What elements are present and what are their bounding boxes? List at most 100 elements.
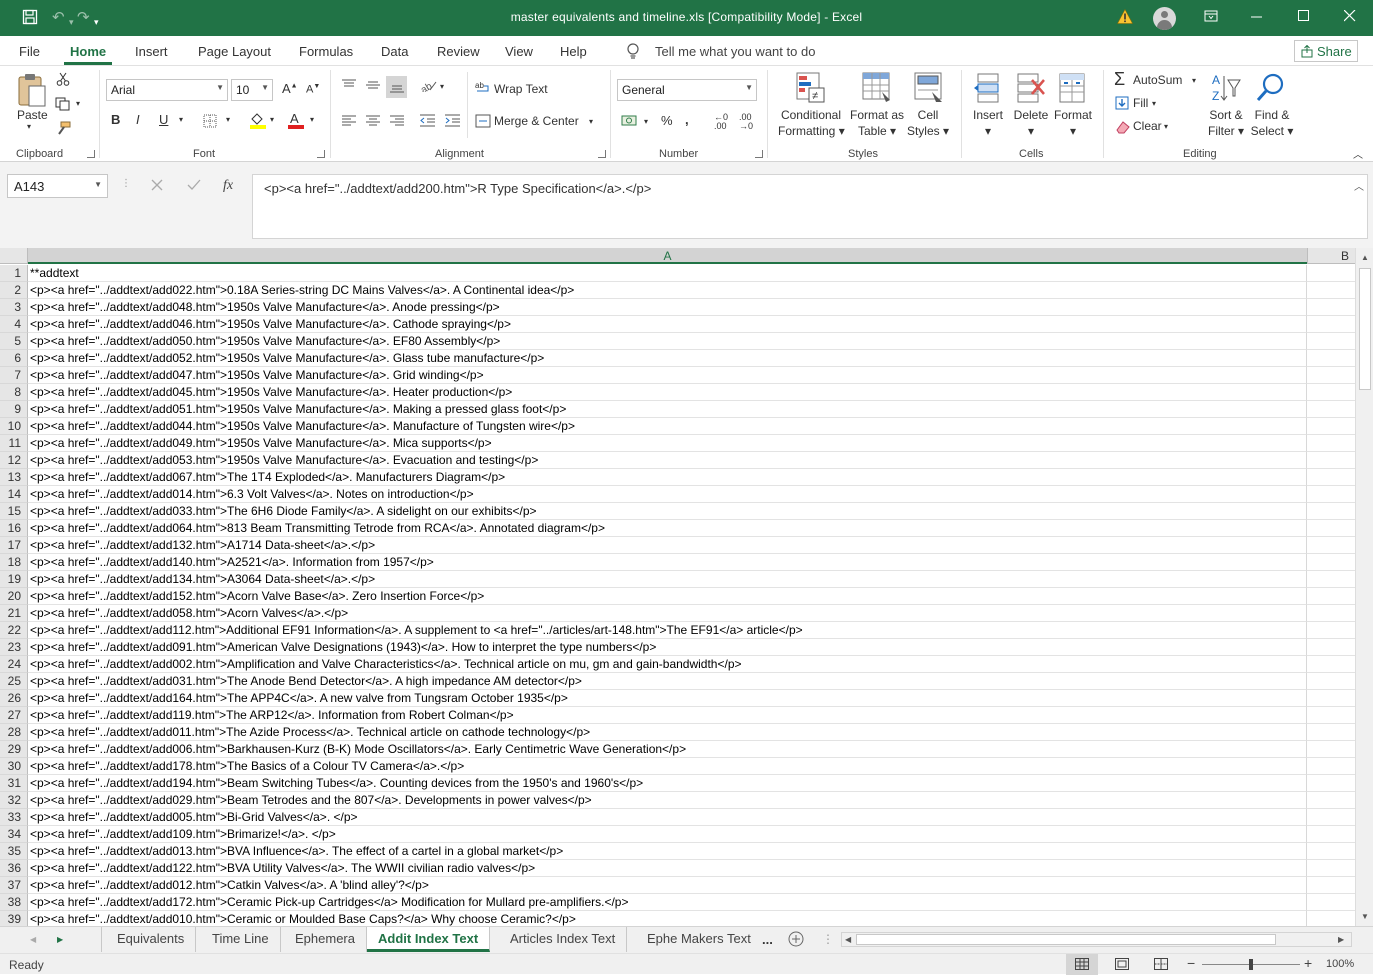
font-color-dropdown-icon[interactable]: ▾	[310, 115, 314, 124]
column-header-a[interactable]: A	[28, 248, 1307, 264]
row-header[interactable]: 18	[0, 554, 28, 571]
row-header[interactable]: 14	[0, 486, 28, 503]
cell-b[interactable]	[1307, 639, 1355, 656]
cell-a[interactable]: <p><a href="../addtext/add012.htm">Catki…	[28, 877, 1307, 894]
sheet-tab-equivalents[interactable]: Equivalents	[106, 927, 197, 952]
fill-color-icon[interactable]	[249, 111, 267, 132]
row-header[interactable]: 11	[0, 435, 28, 452]
maximize-icon[interactable]	[1298, 9, 1310, 27]
cell-a[interactable]: <p><a href="../addtext/add178.htm">The B…	[28, 758, 1307, 775]
tab-file[interactable]: File	[19, 44, 40, 59]
cell-a[interactable]: <p><a href="../addtext/add091.htm">Ameri…	[28, 639, 1307, 656]
ribbon-display-icon[interactable]	[1204, 9, 1218, 28]
row-header[interactable]: 13	[0, 469, 28, 486]
cell-b[interactable]	[1307, 299, 1355, 316]
cell-b[interactable]	[1307, 792, 1355, 809]
format-cells-button[interactable]: Format ▾	[1051, 107, 1095, 139]
cell-styles-button[interactable]: Cell Styles ▾	[904, 107, 952, 139]
cell-a[interactable]: <p><a href="../addtext/add006.htm">Barkh…	[28, 741, 1307, 758]
underline-dropdown-icon[interactable]: ▾	[179, 115, 183, 124]
insert-cells-button[interactable]: Insert ▾	[966, 107, 1010, 139]
cell-a[interactable]: <p><a href="../addtext/add046.htm">1950s…	[28, 316, 1307, 333]
cell-a[interactable]: <p><a href="../addtext/add067.htm">The 1…	[28, 469, 1307, 486]
cut-icon[interactable]	[56, 72, 70, 89]
tab-page-layout[interactable]: Page Layout	[198, 44, 271, 59]
cell-b[interactable]	[1307, 724, 1355, 741]
cell-a[interactable]: <p><a href="../addtext/add045.htm">1950s…	[28, 384, 1307, 401]
row-header[interactable]: 22	[0, 622, 28, 639]
format-as-table-icon[interactable]	[862, 72, 892, 107]
cell-b[interactable]	[1307, 452, 1355, 469]
tell-me-search[interactable]: Tell me what you want to do	[655, 44, 815, 59]
clear-dropdown-icon[interactable]: ▾	[1164, 122, 1168, 131]
row-header[interactable]: 31	[0, 775, 28, 792]
horizontal-scrollbar[interactable]: ◀ ▶	[841, 932, 1352, 947]
cell-b[interactable]	[1307, 843, 1355, 860]
align-top-icon[interactable]	[341, 78, 357, 95]
cell-b[interactable]	[1307, 469, 1355, 486]
autosum-dropdown-icon[interactable]: ▾	[1192, 76, 1196, 85]
cell-a[interactable]: <p><a href="../addtext/add064.htm">813 B…	[28, 520, 1307, 537]
insert-cells-icon[interactable]	[974, 72, 1002, 107]
cell-a[interactable]: <p><a href="../addtext/add122.htm">BVA U…	[28, 860, 1307, 877]
row-header[interactable]: 5	[0, 333, 28, 350]
cell-a[interactable]: <p><a href="../addtext/add005.htm">Bi-Gr…	[28, 809, 1307, 826]
close-icon[interactable]	[1343, 9, 1356, 27]
wrap-text-button[interactable]: Wrap Text	[494, 82, 548, 96]
find-select-icon[interactable]	[1255, 72, 1287, 107]
cell-b[interactable]	[1307, 877, 1355, 894]
cell-a[interactable]: <p><a href="../addtext/add164.htm">The A…	[28, 690, 1307, 707]
cell-a[interactable]: <p><a href="../addtext/add010.htm">Ceram…	[28, 911, 1307, 926]
cell-a[interactable]: <p><a href="../addtext/add053.htm">1950s…	[28, 452, 1307, 469]
bold-icon[interactable]: B	[111, 112, 120, 127]
cell-b[interactable]	[1307, 775, 1355, 792]
horizontal-scroll-thumb[interactable]	[856, 934, 1276, 945]
cell-b[interactable]	[1307, 571, 1355, 588]
align-bottom-icon[interactable]	[386, 76, 407, 98]
row-header[interactable]: 36	[0, 860, 28, 877]
format-cells-icon[interactable]	[1058, 72, 1088, 107]
cell-a[interactable]: <p><a href="../addtext/add022.htm">0.18A…	[28, 282, 1307, 299]
avatar[interactable]	[1153, 7, 1176, 30]
cell-b[interactable]	[1307, 333, 1355, 350]
tab-data[interactable]: Data	[381, 44, 408, 59]
clear-button[interactable]: Clear	[1133, 119, 1162, 133]
row-header[interactable]: 15	[0, 503, 28, 520]
normal-view-button[interactable]	[1066, 954, 1098, 975]
cell-a[interactable]: <p><a href="../addtext/add140.htm">A2521…	[28, 554, 1307, 571]
delete-cells-icon[interactable]	[1016, 72, 1046, 107]
row-header[interactable]: 32	[0, 792, 28, 809]
comma-style-icon[interactable]: ,	[685, 112, 689, 127]
row-header[interactable]: 6	[0, 350, 28, 367]
column-header-b[interactable]: B	[1307, 248, 1355, 264]
cell-b[interactable]	[1307, 809, 1355, 826]
orientation-icon[interactable]: ab	[419, 78, 438, 96]
cell-b[interactable]	[1307, 282, 1355, 299]
vertical-scrollbar[interactable]: ▲ ▼	[1355, 248, 1373, 926]
cell-a[interactable]: <p><a href="../addtext/add058.htm">Acorn…	[28, 605, 1307, 622]
cell-b[interactable]	[1307, 401, 1355, 418]
cell-a[interactable]: <p><a href="../addtext/add109.htm">Brima…	[28, 826, 1307, 843]
cell-b[interactable]	[1307, 656, 1355, 673]
cell-a[interactable]: <p><a href="../addtext/add134.htm">A3064…	[28, 571, 1307, 588]
conditional-formatting-button[interactable]: Conditional Formatting ▾	[778, 107, 845, 139]
row-header[interactable]: 16	[0, 520, 28, 537]
cell-a[interactable]: <p><a href="../addtext/add119.htm">The A…	[28, 707, 1307, 724]
row-header[interactable]: 37	[0, 877, 28, 894]
number-launcher-icon[interactable]	[755, 150, 763, 158]
cell-b[interactable]	[1307, 588, 1355, 605]
row-header[interactable]: 27	[0, 707, 28, 724]
tab-formulas[interactable]: Formulas	[299, 44, 353, 59]
cell-b[interactable]	[1307, 622, 1355, 639]
fill-icon[interactable]	[1115, 96, 1129, 113]
confirm-entry-icon[interactable]	[187, 179, 201, 194]
row-header[interactable]: 19	[0, 571, 28, 588]
page-break-view-icon[interactable]	[1154, 958, 1168, 970]
page-layout-view-icon[interactable]	[1115, 958, 1129, 970]
row-header[interactable]: 23	[0, 639, 28, 656]
clipboard-launcher-icon[interactable]	[87, 150, 95, 158]
cell-a[interactable]: <p><a href="../addtext/add172.htm">Ceram…	[28, 894, 1307, 911]
sort-filter-button[interactable]: Sort & Filter ▾	[1201, 107, 1251, 139]
formula-collapse-icon[interactable]: ︿	[1354, 178, 1364, 193]
autosum-button[interactable]: AutoSum	[1133, 73, 1182, 87]
